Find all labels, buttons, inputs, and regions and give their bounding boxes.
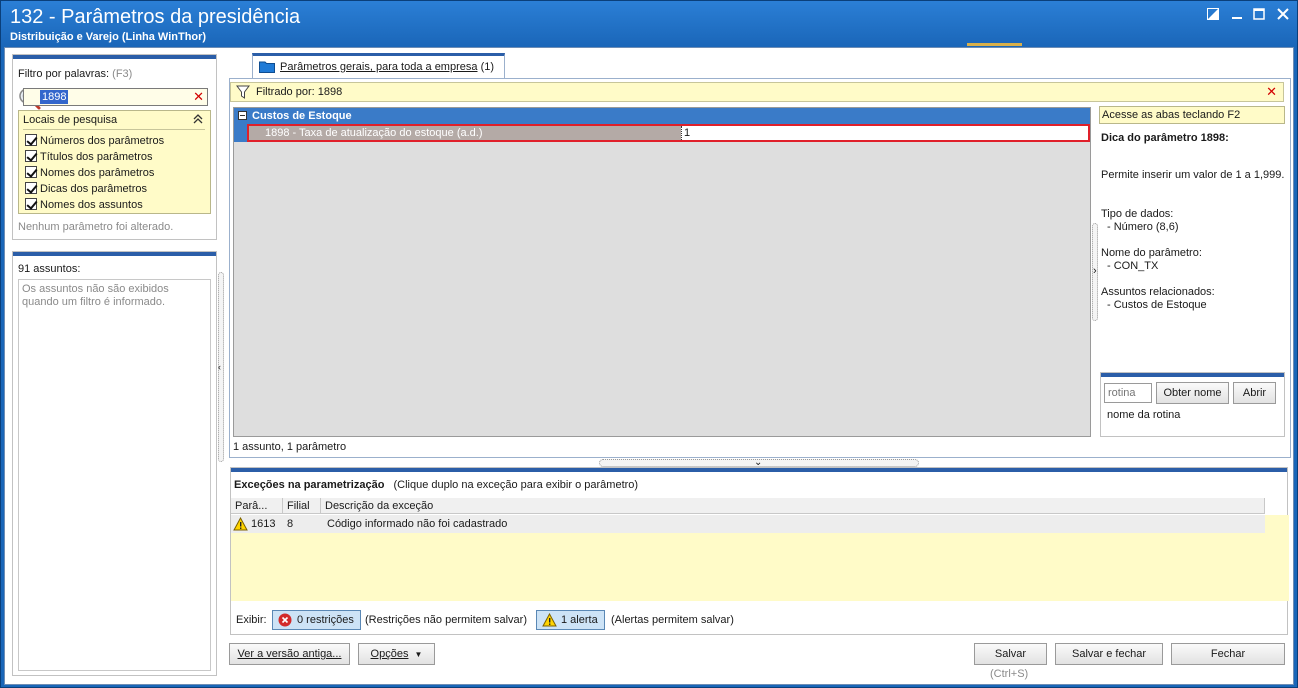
subjects-count: 91 assuntos: bbox=[18, 263, 81, 275]
exceptions-panel: Exceções na parametrização (Clique duplo… bbox=[230, 467, 1289, 635]
client-area: Filtro por palavras: (F3) 1898 ✕ Locais … bbox=[4, 47, 1294, 685]
col-description[interactable]: Descrição da exceção bbox=[321, 498, 1265, 514]
related-subjects-value: - Custos de Estoque bbox=[1107, 299, 1207, 311]
data-type-value: - Número (8,6) bbox=[1107, 221, 1179, 233]
location-checkbox-subject-names[interactable]: Nomes dos assuntos bbox=[25, 198, 143, 213]
col-branch[interactable]: Filial bbox=[283, 498, 321, 514]
collapse-left-icon[interactable]: ‹ bbox=[218, 362, 221, 372]
location-checkbox-param-numbers[interactable]: Números dos parâmetros bbox=[25, 134, 164, 149]
error-icon bbox=[278, 613, 292, 633]
param-name-label: Nome do parâmetro: bbox=[1101, 247, 1202, 259]
filter-panel: Filtro por palavras: (F3) 1898 ✕ Locais … bbox=[12, 54, 217, 240]
alert-warning-icon bbox=[542, 612, 557, 633]
routine-box: Obter nome Abrir nome da rotina bbox=[1100, 372, 1285, 437]
old-version-button[interactable]: Ver a versão antiga... bbox=[229, 643, 350, 665]
filter-bar-text: Filtrado por: 1898 bbox=[256, 86, 343, 98]
warning-icon bbox=[233, 516, 248, 535]
tab-general-parameters[interactable]: Parâmetros gerais, para toda a empresa (… bbox=[252, 53, 505, 79]
parameter-name-cell[interactable]: 1898 - Taxa de atualização do estoque (a… bbox=[249, 126, 681, 140]
title-accent-bar bbox=[967, 43, 1022, 46]
get-name-button[interactable]: Obter nome bbox=[1156, 382, 1229, 404]
app-window: 132 - Parâmetros da presidência Distribu… bbox=[0, 0, 1298, 688]
exceptions-title: Exceções na parametrização bbox=[234, 479, 385, 491]
parameter-row-1898[interactable]: 1898 - Taxa de atualização do estoque (a… bbox=[247, 124, 1090, 142]
grid-footer-status: 1 assunto, 1 parâmetro bbox=[233, 441, 347, 453]
exception-branch: 8 bbox=[287, 518, 294, 530]
funnel-icon bbox=[236, 85, 250, 102]
related-subjects-label: Assuntos relacionados: bbox=[1101, 286, 1215, 298]
tabs-hint: Acesse as abas teclando F2 bbox=[1099, 106, 1285, 124]
param-name-value: - CON_TX bbox=[1107, 260, 1159, 272]
close-window-icon[interactable] bbox=[1273, 6, 1293, 24]
search-locations-box: Locais de pesquisa Números dos parâmetro… bbox=[18, 110, 211, 214]
location-checkbox-param-names[interactable]: Nomes dos parâmetros bbox=[25, 166, 154, 181]
window-subtitle: Distribuição e Varejo (Linha WinThor) bbox=[10, 31, 207, 43]
save-and-close-button[interactable]: Salvar e fechar bbox=[1055, 643, 1163, 665]
show-label: Exibir: bbox=[236, 614, 267, 626]
alerts-button[interactable]: 1 alerta bbox=[536, 610, 605, 630]
subjects-empty-message: Os assuntos não são exibidos quando um f… bbox=[22, 283, 169, 308]
exceptions-hint: (Clique duplo na exceção para exibir o p… bbox=[393, 479, 639, 491]
restrictions-note: (Restrições não permitem salvar) bbox=[365, 614, 527, 626]
exceptions-table-body: 1613 8 Código informado não foi cadastra… bbox=[231, 515, 1289, 601]
search-input[interactable]: 1898 ✕ bbox=[23, 88, 208, 106]
minimize-icon[interactable] bbox=[1227, 6, 1247, 24]
location-checkbox-param-titles[interactable]: Títulos dos parâmetros bbox=[25, 150, 153, 165]
locations-title: Locais de pesquisa bbox=[23, 114, 118, 126]
parameters-grid: Custos de Estoque 1898 - Taxa de atualiz… bbox=[233, 107, 1091, 437]
title-bar: 132 - Parâmetros da presidência Distribu… bbox=[1, 1, 1297, 47]
subjects-list[interactable]: Os assuntos não são exibidos quando um f… bbox=[18, 279, 211, 671]
maximize-icon[interactable] bbox=[1249, 6, 1269, 24]
save-shortcut: (Ctrl+S) bbox=[990, 668, 1029, 680]
alerts-note: (Alertas permitem salvar) bbox=[611, 614, 734, 626]
save-button[interactable]: Salvar bbox=[974, 643, 1047, 665]
tab-count: (1) bbox=[480, 61, 495, 73]
group-row-custos-estoque[interactable]: Custos de Estoque bbox=[234, 108, 1090, 124]
close-button[interactable]: Fechar bbox=[1171, 643, 1285, 665]
change-status-text: Nenhum parâmetro foi alterado. bbox=[18, 221, 174, 233]
filter-bar: Filtrado por: 1898 ✕ bbox=[230, 82, 1284, 102]
parameter-tip-panel: Acesse as abas teclando F2 Dica do parâm… bbox=[1099, 106, 1285, 438]
exception-param: 1613 bbox=[251, 518, 276, 530]
tab-label: Parâmetros gerais, para toda a empresa bbox=[280, 61, 478, 73]
collapse-chevron-icon[interactable] bbox=[193, 113, 203, 128]
clear-filter-icon[interactable]: ✕ bbox=[1266, 84, 1277, 100]
expand-tip-icon[interactable]: › bbox=[1093, 265, 1097, 277]
dropdown-arrow-icon: ▼ bbox=[414, 650, 423, 659]
subjects-panel: 91 assuntos: Os assuntos não são exibido… bbox=[12, 251, 217, 676]
options-button[interactable]: Opções ▼ bbox=[358, 643, 435, 665]
search-input-value[interactable]: 1898 bbox=[40, 90, 69, 104]
restrictions-button[interactable]: 0 restrições bbox=[272, 610, 361, 630]
open-routine-button[interactable]: Abrir bbox=[1233, 382, 1276, 404]
parameter-value-cell[interactable]: 1 bbox=[681, 126, 1088, 140]
collapse-group-icon[interactable] bbox=[238, 111, 247, 120]
table-row[interactable]: 1613 8 Código informado não foi cadastra… bbox=[231, 515, 1265, 533]
exception-description: Código informado não foi cadastrado bbox=[327, 518, 508, 530]
filter-label: Filtro por palavras: (F3) bbox=[18, 68, 133, 80]
restore-layout-icon[interactable] bbox=[1203, 6, 1223, 24]
data-type-label: Tipo de dados: bbox=[1101, 208, 1174, 220]
col-param[interactable]: Parâ... bbox=[231, 498, 283, 514]
tip-description: Permite inserir um valor de 1 a 1,999. bbox=[1101, 169, 1285, 181]
clear-search-icon[interactable]: ✕ bbox=[193, 89, 204, 105]
location-checkbox-param-tips[interactable]: Dicas dos parâmetros bbox=[25, 182, 147, 197]
exceptions-table-header: Parâ... Filial Descrição da exceção bbox=[231, 498, 1265, 514]
group-label: Custos de Estoque bbox=[252, 110, 352, 122]
routine-name-label: nome da rotina bbox=[1107, 409, 1181, 421]
exceptions-splitter[interactable]: ⌄ bbox=[599, 457, 919, 468]
tip-title: Dica do parâmetro 1898: bbox=[1101, 132, 1229, 144]
folder-icon bbox=[259, 60, 275, 76]
routine-input[interactable] bbox=[1104, 383, 1152, 403]
window-title: 132 - Parâmetros da presidência bbox=[10, 6, 301, 28]
